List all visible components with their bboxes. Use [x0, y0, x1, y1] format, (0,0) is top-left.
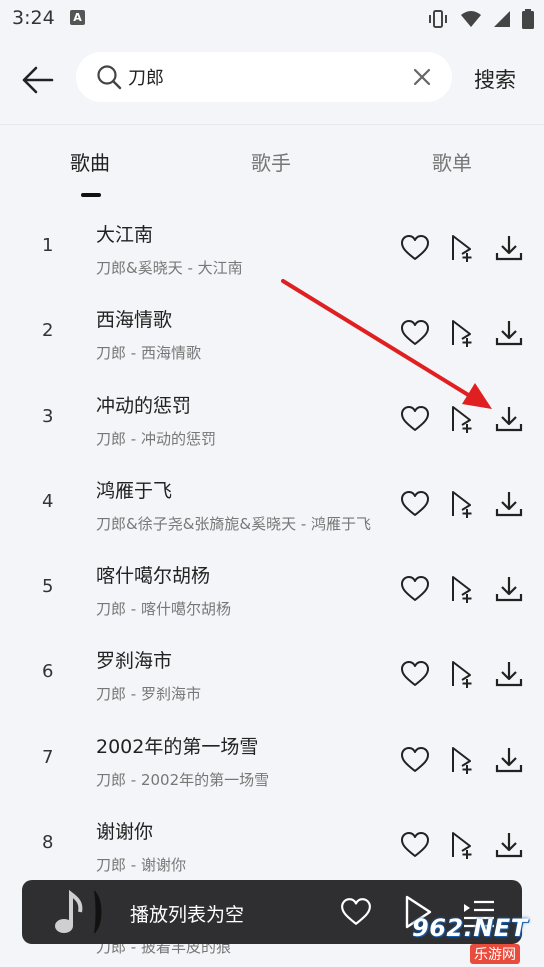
result-tabs: 歌曲 歌手 歌单 — [0, 125, 544, 205]
song-row[interactable]: 5 喀什噶尔胡杨 刀郎 - 喀什噶尔胡杨 — [0, 546, 544, 631]
tab-songs[interactable]: 歌曲 — [70, 147, 110, 176]
download-icon[interactable] — [494, 404, 524, 434]
song-index: 3 — [42, 405, 54, 427]
song-title[interactable]: 西海情歌 — [96, 305, 172, 332]
signal-icon — [493, 10, 510, 27]
heart-icon[interactable] — [400, 318, 430, 348]
heart-icon[interactable] — [400, 574, 430, 604]
add-to-playlist-icon[interactable] — [446, 404, 476, 434]
song-subtitle: 刀郎 - 喀什噶尔胡杨 — [96, 600, 231, 619]
song-subtitle: 刀郎 - 冲动的惩罚 — [96, 429, 216, 448]
wifi-icon — [460, 10, 481, 27]
status-bar: 3:24 A — [0, 0, 544, 38]
music-note-icon — [55, 890, 102, 934]
search-input[interactable] — [128, 64, 398, 90]
add-to-playlist-icon[interactable] — [446, 745, 476, 775]
song-list: 1 大江南 刀郎&奚晓天 - 大江南 2 西海情歌 刀郎 - 西海情歌 3 冲动… — [0, 205, 544, 887]
song-row[interactable]: 2 西海情歌 刀郎 - 西海情歌 — [0, 290, 544, 375]
player-status: 播放列表为空 — [130, 904, 245, 926]
song-title[interactable]: 2002年的第一场雪 — [96, 732, 258, 759]
watermark-brand: 962.NET — [412, 914, 528, 942]
search-button[interactable]: 搜索 — [474, 64, 516, 94]
add-to-playlist-icon[interactable] — [446, 233, 476, 263]
vibrate-icon — [428, 9, 447, 28]
song-index: 2 — [42, 320, 54, 342]
battery-icon — [522, 8, 534, 29]
song-title[interactable]: 大江南 — [96, 220, 153, 247]
download-icon[interactable] — [494, 318, 524, 348]
heart-icon[interactable] — [400, 745, 430, 775]
search-box[interactable] — [76, 52, 452, 102]
add-to-playlist-icon[interactable] — [446, 318, 476, 348]
add-to-playlist-icon[interactable] — [446, 574, 476, 604]
song-title[interactable]: 喀什噶尔胡杨 — [96, 561, 210, 588]
add-to-playlist-icon[interactable] — [446, 830, 476, 860]
notification-a-icon: A — [70, 10, 85, 25]
song-index: 8 — [42, 832, 54, 854]
song-subtitle: 刀郎 - 罗刹海市 — [96, 685, 201, 704]
add-to-playlist-icon[interactable] — [446, 659, 476, 689]
download-icon[interactable] — [494, 489, 524, 519]
status-icons — [421, 8, 534, 30]
song-row[interactable]: 4 鸿雁于飞 刀郎&徐子尧&张旖旎&奚晓天 - 鸿雁于飞 — [0, 461, 544, 546]
tab-artists[interactable]: 歌手 — [251, 147, 291, 176]
watermark-logo: 962.NET 乐游网 — [400, 912, 544, 967]
download-icon[interactable] — [494, 745, 524, 775]
heart-icon[interactable] — [400, 659, 430, 689]
song-index: 1 — [42, 235, 54, 256]
heart-icon[interactable] — [400, 404, 430, 434]
back-arrow-icon — [22, 66, 54, 94]
download-icon[interactable] — [494, 830, 524, 860]
song-title[interactable]: 鸿雁于飞 — [96, 476, 172, 503]
search-icon — [97, 65, 122, 90]
watermark-sub: 乐游网 — [470, 944, 520, 964]
song-row[interactable]: 1 大江南 刀郎&奚晓天 - 大江南 — [0, 205, 544, 290]
status-time: 3:24 — [12, 7, 55, 29]
song-title[interactable]: 谢谢你 — [96, 817, 153, 844]
song-row[interactable]: 3 冲动的惩罚 刀郎 - 冲动的惩罚 — [0, 376, 544, 461]
song-title[interactable]: 罗刹海市 — [96, 646, 172, 673]
song-index: 6 — [42, 661, 54, 683]
song-subtitle: 刀郎 - 谢谢你 — [96, 856, 186, 875]
song-subtitle: 刀郎 - 2002年的第一场雪 — [96, 770, 270, 789]
download-icon[interactable] — [494, 574, 524, 604]
download-icon[interactable] — [494, 233, 524, 263]
download-icon[interactable] — [494, 659, 524, 689]
tab-indicator — [81, 193, 101, 197]
song-subtitle: 刀郎 - 西海情歌 — [96, 344, 201, 363]
heart-icon[interactable] — [400, 830, 430, 860]
heart-icon[interactable] — [400, 233, 430, 263]
search-header: 搜索 — [0, 38, 544, 125]
clear-search-icon[interactable] — [412, 67, 432, 87]
heart-icon[interactable] — [340, 896, 372, 928]
song-index: 5 — [42, 576, 54, 598]
tab-playlists[interactable]: 歌单 — [432, 147, 472, 176]
song-index: 4 — [42, 490, 54, 512]
back-button[interactable] — [18, 60, 58, 100]
song-row[interactable]: 8 谢谢你 刀郎 - 谢谢你 — [0, 802, 544, 887]
song-index: 7 — [42, 746, 54, 768]
add-to-playlist-icon[interactable] — [446, 489, 476, 519]
song-row[interactable]: 7 2002年的第一场雪 刀郎 - 2002年的第一场雪 — [0, 717, 544, 802]
heart-icon[interactable] — [400, 489, 430, 519]
song-row[interactable]: 6 罗刹海市 刀郎 - 罗刹海市 — [0, 631, 544, 716]
song-subtitle: 刀郎&奚晓天 - 大江南 — [96, 259, 243, 277]
song-subtitle: 刀郎&徐子尧&张旖旎&奚晓天 - 鸿雁于飞 — [96, 514, 372, 533]
song-title[interactable]: 冲动的惩罚 — [96, 391, 191, 418]
